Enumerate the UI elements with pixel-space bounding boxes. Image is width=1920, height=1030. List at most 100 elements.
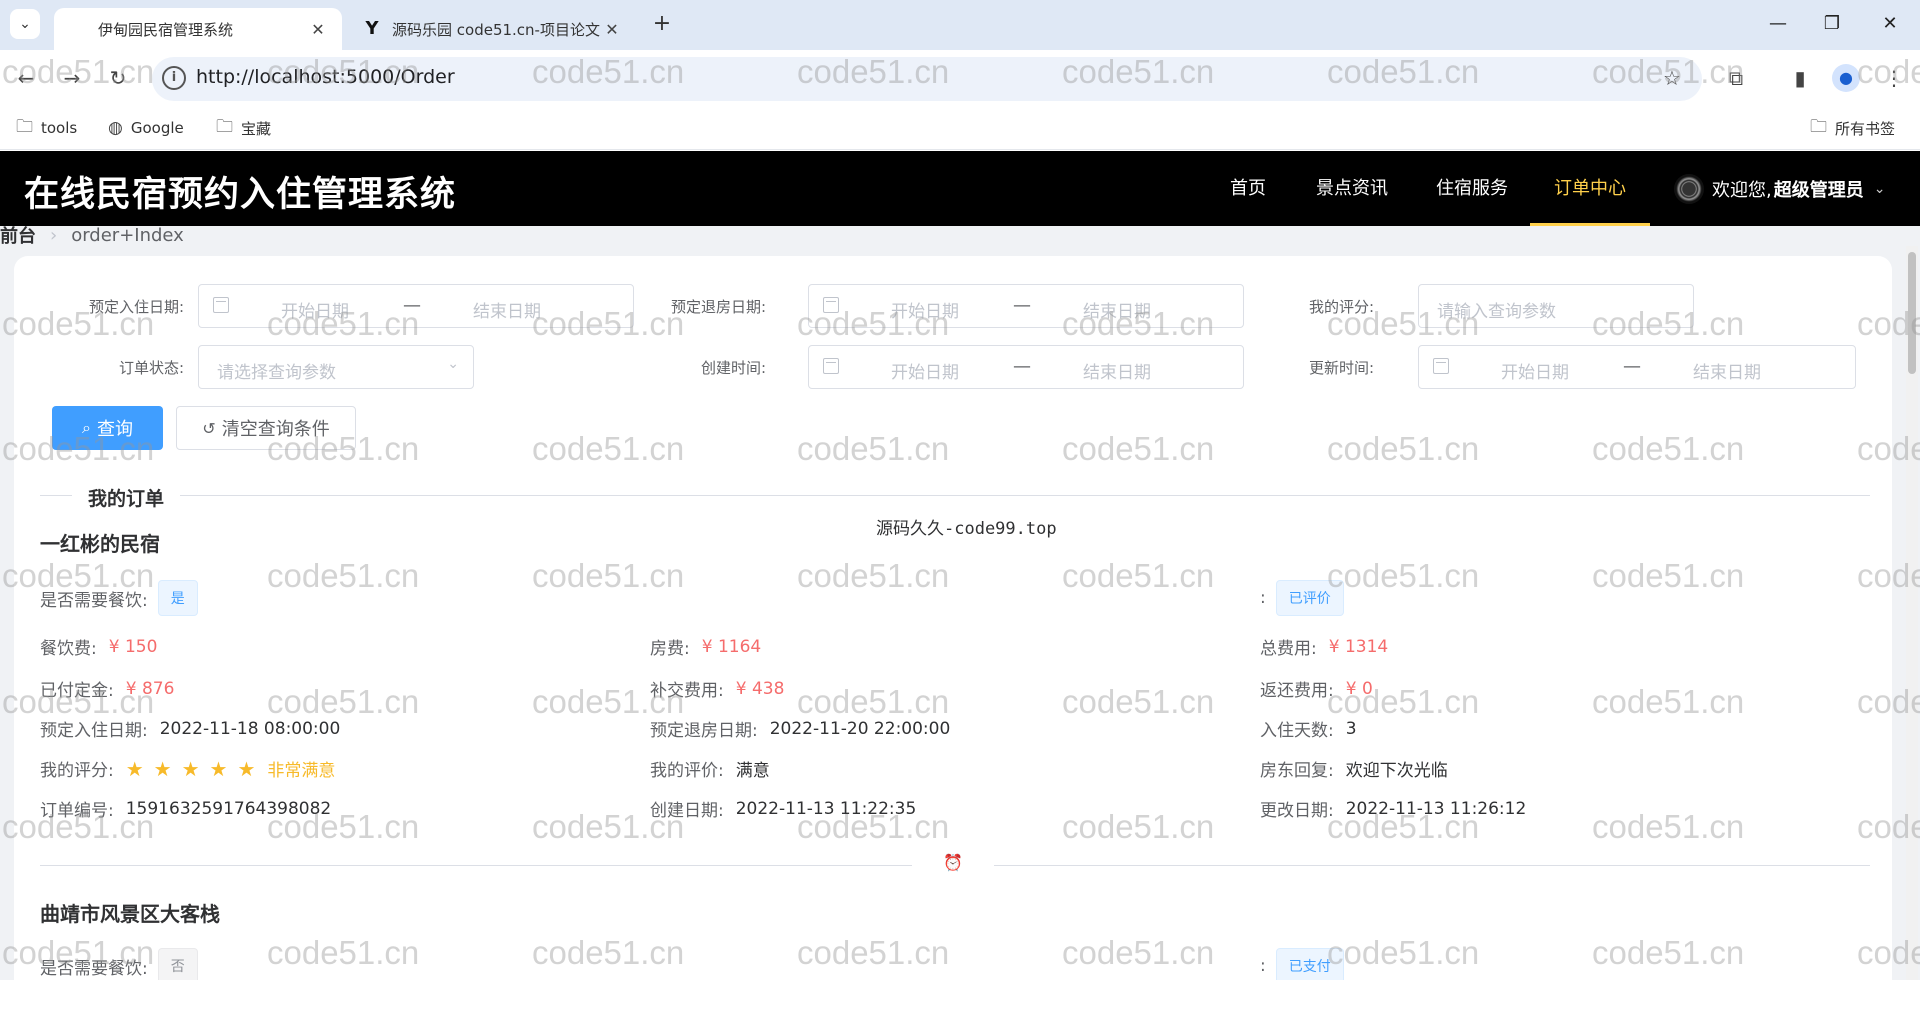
- user-menu[interactable]: 欢迎您, 超级管理员 ⌄: [1674, 151, 1885, 226]
- minimize-button[interactable]: —: [1756, 8, 1800, 40]
- chevron-down-icon: ⌄: [19, 16, 31, 32]
- extra-fee-field: 补交费用: ¥ 438: [650, 678, 785, 702]
- query-button-label: 查询: [96, 419, 133, 440]
- side-panel-icon[interactable]: ▮: [1786, 64, 1814, 92]
- checkout-filter-label: 预定退房日期:: [670, 298, 766, 316]
- start-date-placeholder: 开始日期: [891, 302, 959, 322]
- close-window-button[interactable]: ✕: [1868, 8, 1912, 40]
- nav-lodging[interactable]: 住宿服务: [1412, 151, 1532, 226]
- order-homestay-name: 曲靖市风景区大客栈: [40, 902, 220, 926]
- start-date-placeholder: 开始日期: [1501, 363, 1569, 383]
- folder-icon: 🗀: [1810, 116, 1827, 137]
- tab-search-button[interactable]: ⌄: [10, 9, 40, 39]
- checkin-date-range[interactable]: 开始日期 — 结束日期: [198, 284, 634, 328]
- start-date-placeholder: 开始日期: [891, 363, 959, 383]
- order-status-field: : 已评价: [1260, 580, 1344, 616]
- folder-icon: 🗀: [216, 116, 233, 137]
- total-fee-field: 总费用: ¥ 1314: [1260, 636, 1389, 660]
- clear-filters-button[interactable]: ↺ 清空查询条件: [176, 406, 356, 450]
- url-text[interactable]: http://localhost:5000/Order: [196, 66, 455, 88]
- checkout-field: 预定退房日期: 2022-11-20 22:00:00: [650, 718, 951, 742]
- profile-icon[interactable]: ●: [1832, 64, 1860, 92]
- new-tab-button[interactable]: +: [648, 11, 676, 39]
- folder-icon: 🗀: [16, 116, 33, 137]
- checkout-date-range[interactable]: 开始日期 — 结束日期: [808, 284, 1244, 328]
- created-date-range[interactable]: 开始日期 — 结束日期: [808, 345, 1244, 389]
- close-icon[interactable]: ✕: [308, 20, 328, 39]
- order-number-field: 订单编号: 1591632591764398082: [40, 798, 332, 822]
- site-title: 在线民宿预约入住管理系统: [24, 175, 457, 215]
- menu-kebab-icon[interactable]: ⋮: [1880, 64, 1908, 92]
- need-meal-field: 是否需要餐饮: 否: [40, 948, 198, 984]
- forward-button[interactable]: →: [58, 64, 86, 92]
- status-badge: 已支付: [1275, 948, 1344, 984]
- range-separator: —: [1013, 356, 1031, 377]
- room-fee-field: 房费: ¥ 1164: [650, 636, 762, 660]
- created-date-field: 创建日期: 2022-11-13 11:22:35: [650, 798, 917, 822]
- bookmark-google[interactable]: ◍ Google: [108, 115, 184, 141]
- status-select[interactable]: 请选择查询参数 ⌄: [198, 345, 474, 389]
- site-info-icon[interactable]: i: [162, 66, 186, 90]
- nav-home[interactable]: 首页: [1206, 151, 1290, 226]
- calendar-icon: [213, 297, 229, 313]
- tab-title: 源码乐园 code51.cn-项目论文: [392, 20, 600, 39]
- welcome-text: 欢迎您,: [1712, 179, 1772, 201]
- calendar-icon: [1433, 358, 1449, 374]
- calendar-icon: [823, 297, 839, 313]
- nav-orders[interactable]: 订单中心: [1530, 151, 1650, 226]
- page-scrollbar[interactable]: [1906, 246, 1918, 980]
- viewport-bottom: [0, 980, 1920, 1030]
- chevron-down-icon: ⌄: [1873, 180, 1886, 197]
- end-date-placeholder: 结束日期: [1083, 363, 1151, 383]
- tab-inactive[interactable]: Y 源码乐园 code51.cn-项目论文 ✕: [348, 8, 636, 50]
- range-separator: —: [1013, 295, 1031, 316]
- reload-button[interactable]: ↻: [104, 64, 132, 92]
- search-icon: ⌕: [82, 418, 91, 437]
- extensions-icon[interactable]: ⧉: [1722, 64, 1750, 92]
- status-filter-label: 订单状态:: [118, 359, 184, 377]
- all-bookmarks[interactable]: 🗀 所有书签: [1810, 115, 1895, 141]
- bookmark-star-icon[interactable]: ☆: [1658, 64, 1686, 92]
- restore-button[interactable]: ❐: [1810, 8, 1854, 40]
- range-separator: —: [403, 295, 421, 316]
- close-icon[interactable]: ✕: [602, 20, 622, 39]
- my-score-field: 我的评分: ★★★★★ 非常满意: [40, 756, 336, 782]
- my-review-field: 我的评价: 满意: [650, 761, 770, 781]
- globe-icon: ◍: [108, 118, 123, 138]
- chevron-down-icon: ⌄: [447, 356, 459, 372]
- breadcrumb-current: order+Index: [71, 224, 184, 246]
- updated-date-field: 更改日期: 2022-11-13 11:26:12: [1260, 798, 1527, 822]
- bookmarks-bar: [0, 108, 1920, 150]
- rating-input[interactable]: 请输入查询参数: [1418, 284, 1694, 328]
- bookmark-tools[interactable]: 🗀 tools: [16, 115, 77, 141]
- checkin-filter-label: 预定入住日期:: [88, 298, 184, 316]
- end-date-placeholder: 结束日期: [1693, 363, 1761, 383]
- breadcrumb: 前台 › order+Index: [0, 222, 184, 248]
- start-date-placeholder: 开始日期: [281, 302, 349, 322]
- username: 超级管理员: [1773, 179, 1864, 201]
- need-meal-tag: 是: [157, 580, 198, 616]
- updated-date-range[interactable]: 开始日期 — 结束日期: [1418, 345, 1856, 389]
- tab-active[interactable]: 伊甸园民宿管理系统 ✕: [54, 8, 342, 50]
- bookmark-treasure[interactable]: 🗀 宝藏: [216, 115, 271, 141]
- tab-title: 伊甸园民宿管理系统: [98, 20, 234, 39]
- scrollbar-thumb[interactable]: [1908, 252, 1916, 374]
- rating-text: 非常满意: [267, 761, 336, 781]
- order-status-field: : 已支付: [1260, 948, 1344, 984]
- breadcrumb-home[interactable]: 前台: [0, 222, 36, 248]
- rating-placeholder: 请输入查询参数: [1437, 302, 1556, 322]
- updated-filter-label: 更新时间:: [1308, 359, 1374, 377]
- need-meal-field: 是否需要餐饮: 是: [40, 580, 198, 616]
- meal-fee-field: 餐饮费: ¥ 150: [40, 636, 158, 660]
- days-field: 入住天数: 3: [1260, 718, 1357, 742]
- query-button[interactable]: ⌕ 查询: [52, 406, 163, 450]
- nav-attractions[interactable]: 景点资讯: [1292, 151, 1412, 226]
- status-placeholder: 请选择查询参数: [217, 363, 336, 383]
- deposit-field: 已付定金: ¥ 876: [40, 678, 175, 702]
- rating-stars-icon: ★★★★★: [125, 756, 266, 781]
- refresh-icon: ↺: [202, 418, 216, 438]
- end-date-placeholder: 结束日期: [473, 302, 541, 322]
- created-filter-label: 创建时间:: [700, 359, 766, 377]
- section-title: 我的订单: [72, 484, 181, 511]
- back-button[interactable]: ←: [12, 64, 40, 92]
